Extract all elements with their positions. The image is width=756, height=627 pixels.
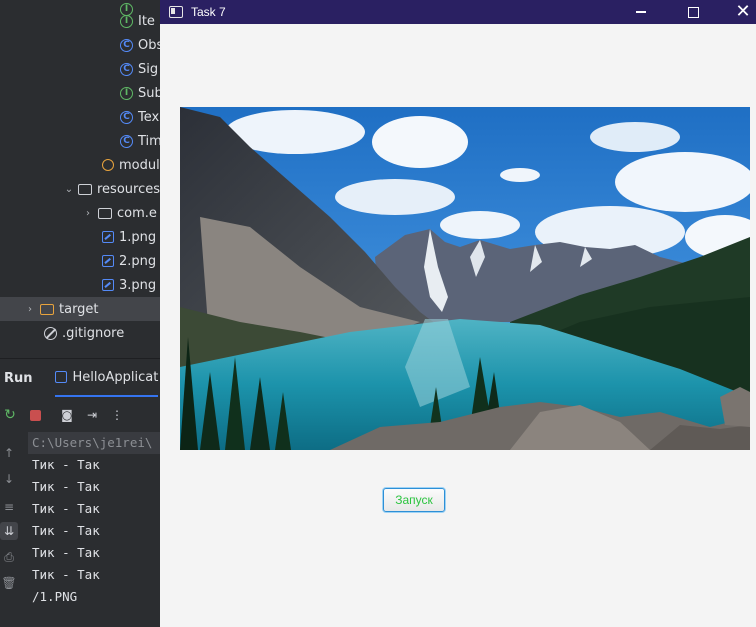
application-icon: [54, 371, 67, 383]
close-icon: ✕: [735, 1, 751, 22]
more-icon[interactable]: ⋮: [107, 405, 127, 425]
folder-icon: [40, 303, 54, 315]
run-panel-title: Run: [4, 370, 33, 386]
module-icon: [102, 159, 114, 171]
console-line: Тик - Так: [32, 457, 100, 472]
tree-item[interactable]: C Tex: [0, 105, 160, 129]
image-file-icon: [102, 279, 114, 291]
minimize-icon: [636, 11, 646, 13]
stop-icon[interactable]: [25, 405, 45, 425]
trash-icon[interactable]: 🗑: [0, 574, 18, 592]
folder-icon: [98, 207, 112, 219]
tree-item-label: 2.png: [119, 253, 157, 269]
interface-icon: I: [120, 86, 133, 100]
project-tree: I I Ite C Obs C Sig I Sub C Tex C Tim modul ⌄ r…: [0, 0, 160, 356]
console-line: Тик - Так: [32, 479, 100, 494]
tree-item[interactable]: I Sub: [0, 81, 160, 105]
chevron-right-icon[interactable]: ›: [24, 304, 36, 315]
run-tab-label: HelloApplicat: [72, 369, 159, 385]
launch-button[interactable]: Запуск: [383, 488, 445, 512]
task7-window: Task 7 ✕ Запуск: [160, 0, 756, 627]
mountain-lake-image: [180, 107, 750, 450]
tree-item-label: Sub: [138, 85, 160, 101]
console-line: Тик - Так: [32, 545, 100, 560]
tree-item-label: Tim: [138, 133, 160, 149]
tree-item-label: 1.png: [119, 229, 157, 245]
maximize-icon: [687, 6, 699, 18]
class-icon: C: [120, 134, 133, 148]
image-file-icon: [102, 231, 114, 243]
console-line: Тик - Так: [32, 567, 100, 582]
console-command-line: C:\Users\je1rei\: [28, 432, 160, 454]
window-title: Task 7: [191, 5, 226, 19]
image-file-icon: [102, 255, 114, 267]
tree-file[interactable]: 1.png: [0, 225, 160, 249]
tree-item[interactable]: modul: [0, 153, 160, 177]
tree-file[interactable]: 2.png: [0, 249, 160, 273]
run-tab[interactable]: HelloApplicat: [54, 359, 159, 397]
scroll-to-end-icon[interactable]: ⇊: [0, 522, 18, 540]
tree-item-label: Obs: [138, 37, 160, 53]
folder-icon: [77, 183, 92, 195]
tree-item-label: 3.png: [119, 277, 157, 293]
console-line: Тик - Так: [32, 523, 100, 538]
console-gutter: ↑ ↓ ≡ ⇊ ⎙ 🗑: [0, 436, 20, 627]
tree-item-label: Sig: [138, 61, 159, 77]
window-titlebar[interactable]: Task 7 ✕: [160, 0, 756, 24]
tree-item-label: target: [59, 301, 99, 317]
console-line: Тик - Так: [32, 501, 100, 516]
class-icon: C: [120, 110, 133, 124]
tree-item-label: modul: [119, 157, 160, 173]
soft-wrap-icon[interactable]: ≡: [0, 498, 18, 516]
exit-icon[interactable]: ⇥: [82, 405, 102, 425]
camera-icon[interactable]: ◙: [57, 405, 77, 425]
maximize-button[interactable]: [670, 0, 716, 24]
run-panel-header: Run HelloApplicat: [0, 358, 160, 397]
tree-item-label: Ite: [138, 13, 155, 29]
close-button[interactable]: ✕: [720, 0, 756, 24]
chevron-down-icon[interactable]: ⌄: [64, 184, 74, 195]
ide-panel: I I Ite C Obs C Sig I Sub C Tex C Tim modul ⌄ r…: [0, 0, 160, 627]
tree-folder-com[interactable]: › com.e: [0, 201, 160, 225]
tree-item-label: Tex: [138, 109, 160, 125]
run-toolbar: ↻ ◙ ⇥ ⋮: [0, 402, 160, 428]
tree-item[interactable]: C Sig: [0, 57, 160, 81]
class-icon: C: [120, 38, 133, 52]
window-icon: [169, 6, 183, 18]
tree-item[interactable]: C Tim: [0, 129, 160, 153]
tree-item[interactable]: C Obs: [0, 33, 160, 57]
console-output[interactable]: C:\Users\je1rei\ Тик - Так Тик - Так Тик…: [28, 432, 160, 608]
print-icon[interactable]: ⎙: [0, 548, 18, 566]
tree-file[interactable]: 3.png: [0, 273, 160, 297]
tree-item-label: resources: [96, 181, 160, 197]
chevron-right-icon[interactable]: ›: [82, 208, 94, 219]
tree-file[interactable]: .gitignore: [0, 321, 160, 345]
tree-item[interactable]: I Ite: [0, 9, 160, 33]
gitignore-icon: [44, 326, 57, 340]
rerun-icon[interactable]: ↻: [0, 405, 20, 425]
tree-folder-target[interactable]: › target: [0, 297, 160, 321]
console-line: /1.PNG: [32, 589, 78, 604]
arrow-down-icon[interactable]: ↓: [0, 470, 18, 488]
tree-item-label: com.e: [117, 205, 157, 221]
arrow-up-icon[interactable]: ↑: [0, 444, 18, 462]
class-icon: C: [120, 62, 133, 76]
interface-icon: I: [120, 14, 133, 28]
tree-item-label: .gitignore: [62, 325, 125, 341]
minimize-button[interactable]: [618, 0, 664, 24]
tree-folder-resources[interactable]: ⌄ resources: [0, 177, 160, 201]
